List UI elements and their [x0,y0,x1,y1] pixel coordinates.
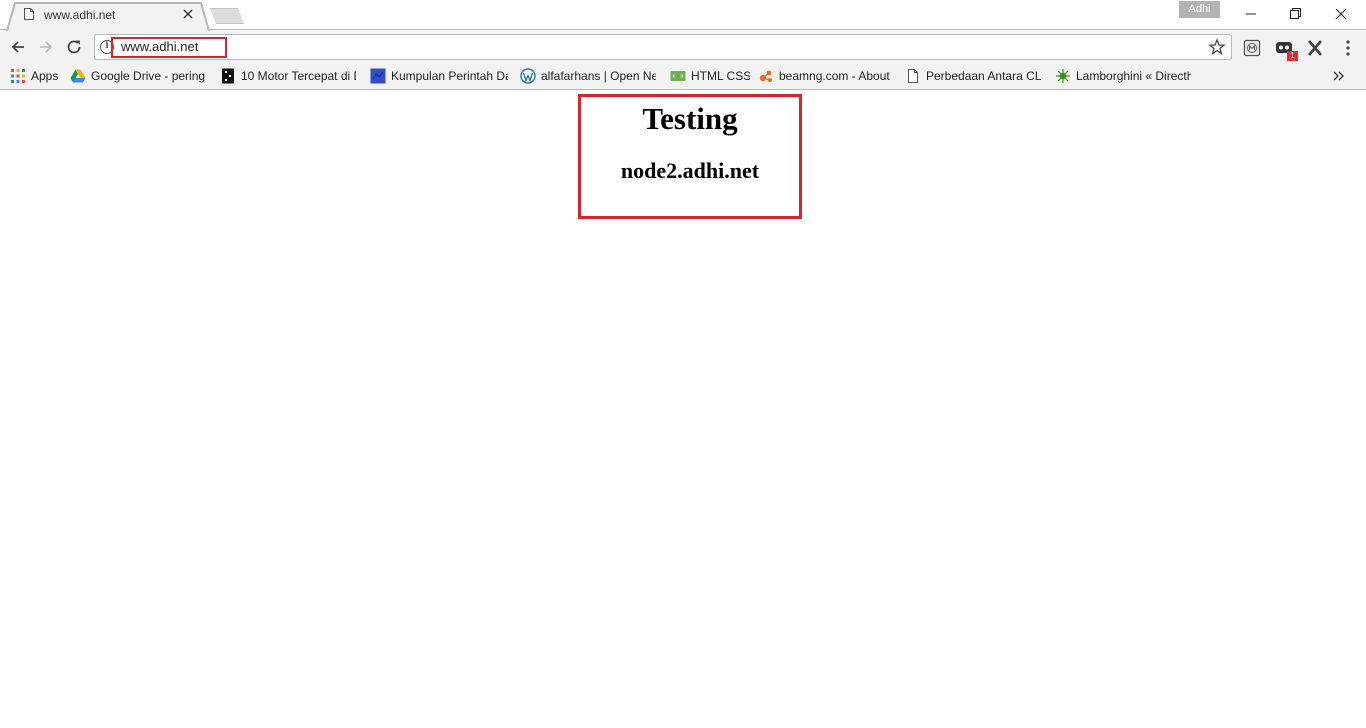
close-window-icon[interactable] [1326,3,1356,25]
browser-toolbar: i www.adhi.net 1 [0,31,1366,63]
bookmark-label: Lamborghini « Directh [1076,69,1191,83]
page-icon [908,69,918,83]
bookmark-apps[interactable]: Apps [10,67,62,85]
bookmark-google-drive[interactable]: Google Drive - pering [70,67,207,85]
bookmark-lamborghini[interactable]: Lamborghini « Directh [1055,67,1191,85]
extension-badge: 1 [1287,51,1298,61]
bookmark-label: 10 Motor Tercepat di D [241,69,356,83]
bookmark-perbedaan[interactable]: Perbedaan Antara CLI [905,67,1041,85]
html-css-icon [670,71,686,81]
bookmark-label: Kumpulan Perintah Da [391,69,508,83]
green-burst-icon [1056,69,1070,83]
metamask-like-icon[interactable] [1242,38,1262,58]
blue-square-icon [370,68,386,84]
bookmark-alfafarhans[interactable]: alfafarhans | Open Ne [520,67,656,85]
beamng-icon [759,70,772,82]
x-extension-icon[interactable] [1305,38,1325,58]
bookmark-star-icon[interactable] [1208,38,1226,56]
forward-arrow-icon[interactable] [37,38,55,56]
bookmark-motor[interactable]: 10 Motor Tercepat di D [220,67,356,85]
bookmark-html-css[interactable]: HTML CSS [670,67,750,85]
tab-title: www.adhi.net [44,8,116,22]
bookmark-label: Perbedaan Antara CLI [926,69,1041,83]
restore-icon[interactable] [1280,3,1310,25]
url-text[interactable]: www.adhi.net [121,39,198,54]
bookmark-label: Apps [31,69,59,83]
reload-icon[interactable] [65,38,83,56]
chrome-menu-icon[interactable] [1343,39,1353,57]
profile-name-button[interactable]: Adhi [1179,1,1220,18]
bookmarks-bar: Apps Google Drive - pering 10 Motor Terc… [0,63,1366,90]
minimize-icon[interactable] [1236,3,1266,25]
tab-close-icon[interactable] [182,8,194,20]
bookmark-label: Google Drive - pering [91,69,206,83]
page-heading: Testing [642,101,738,136]
wordpress-icon [520,68,536,84]
google-drive-icon [70,69,86,83]
bookmark-label: beamng.com - About [779,69,890,83]
more-bookmarks-icon[interactable] [1332,67,1346,89]
apps-grid-icon [11,69,25,83]
back-arrow-icon[interactable] [9,38,27,56]
motor-site-icon [222,68,234,84]
bookmark-label: alfafarhans | Open Ne [541,69,656,83]
title-bar: www.adhi.net Adhi [0,0,1366,31]
bookmark-label: HTML CSS [691,69,750,83]
highlighted-content-box: Testing node2.adhi.net [578,94,802,219]
bookmark-kumpulan[interactable]: Kumpulan Perintah Da [370,67,508,85]
page-icon [24,8,34,20]
address-bar[interactable]: i www.adhi.net [94,34,1232,60]
page-subheading: node2.adhi.net [620,158,760,183]
new-tab-button[interactable] [210,8,244,24]
bookmark-beamng[interactable]: beamng.com - About [758,67,898,85]
